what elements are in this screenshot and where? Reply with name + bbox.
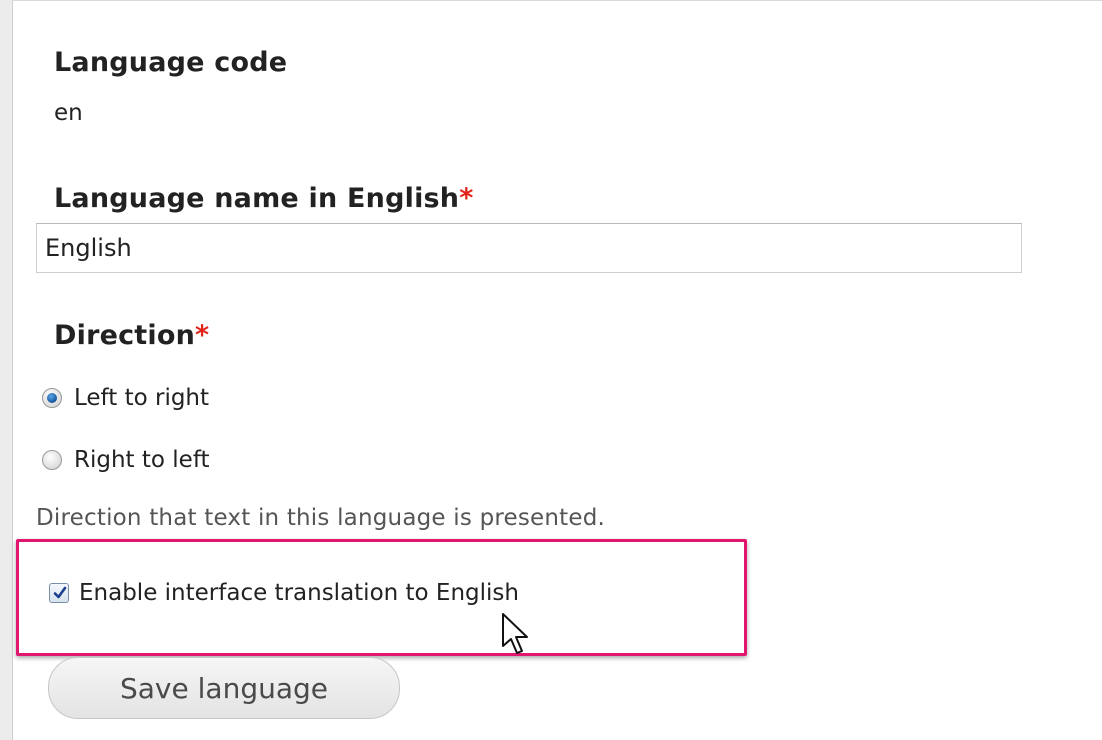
interface-translation-label[interactable]: Enable interface translation to English [79, 580, 519, 606]
direction-description: Direction that text in this language is … [36, 505, 606, 531]
language-name-label: Language name in English* [54, 183, 474, 214]
language-code-label-text: Language code [54, 47, 288, 78]
mouse-pointer-icon [502, 613, 528, 654]
direction-label-text: Direction [54, 320, 196, 351]
interface-translation-checkbox[interactable] [49, 583, 69, 603]
radio-selected-icon[interactable] [42, 388, 62, 408]
direction-option-rtl[interactable]: Right to left [42, 447, 210, 473]
direction-option-ltr-label[interactable]: Left to right [74, 385, 209, 411]
radio-unselected-icon[interactable] [42, 450, 62, 470]
direction-option-rtl-label[interactable]: Right to left [74, 447, 210, 473]
save-language-button[interactable]: Save language [48, 657, 400, 719]
language-code-value: en [54, 100, 83, 126]
language-code-label: Language code [54, 47, 287, 78]
direction-option-ltr[interactable]: Left to right [42, 385, 209, 411]
required-marker: * [195, 320, 210, 351]
interface-translation-checkbox-row[interactable]: Enable interface translation to English [49, 580, 519, 606]
required-marker: * [459, 183, 474, 214]
direction-label: Direction* [54, 320, 209, 351]
checkmark-icon [53, 586, 67, 599]
language-name-input[interactable] [36, 223, 1022, 273]
language-name-label-text: Language name in English [54, 183, 460, 214]
